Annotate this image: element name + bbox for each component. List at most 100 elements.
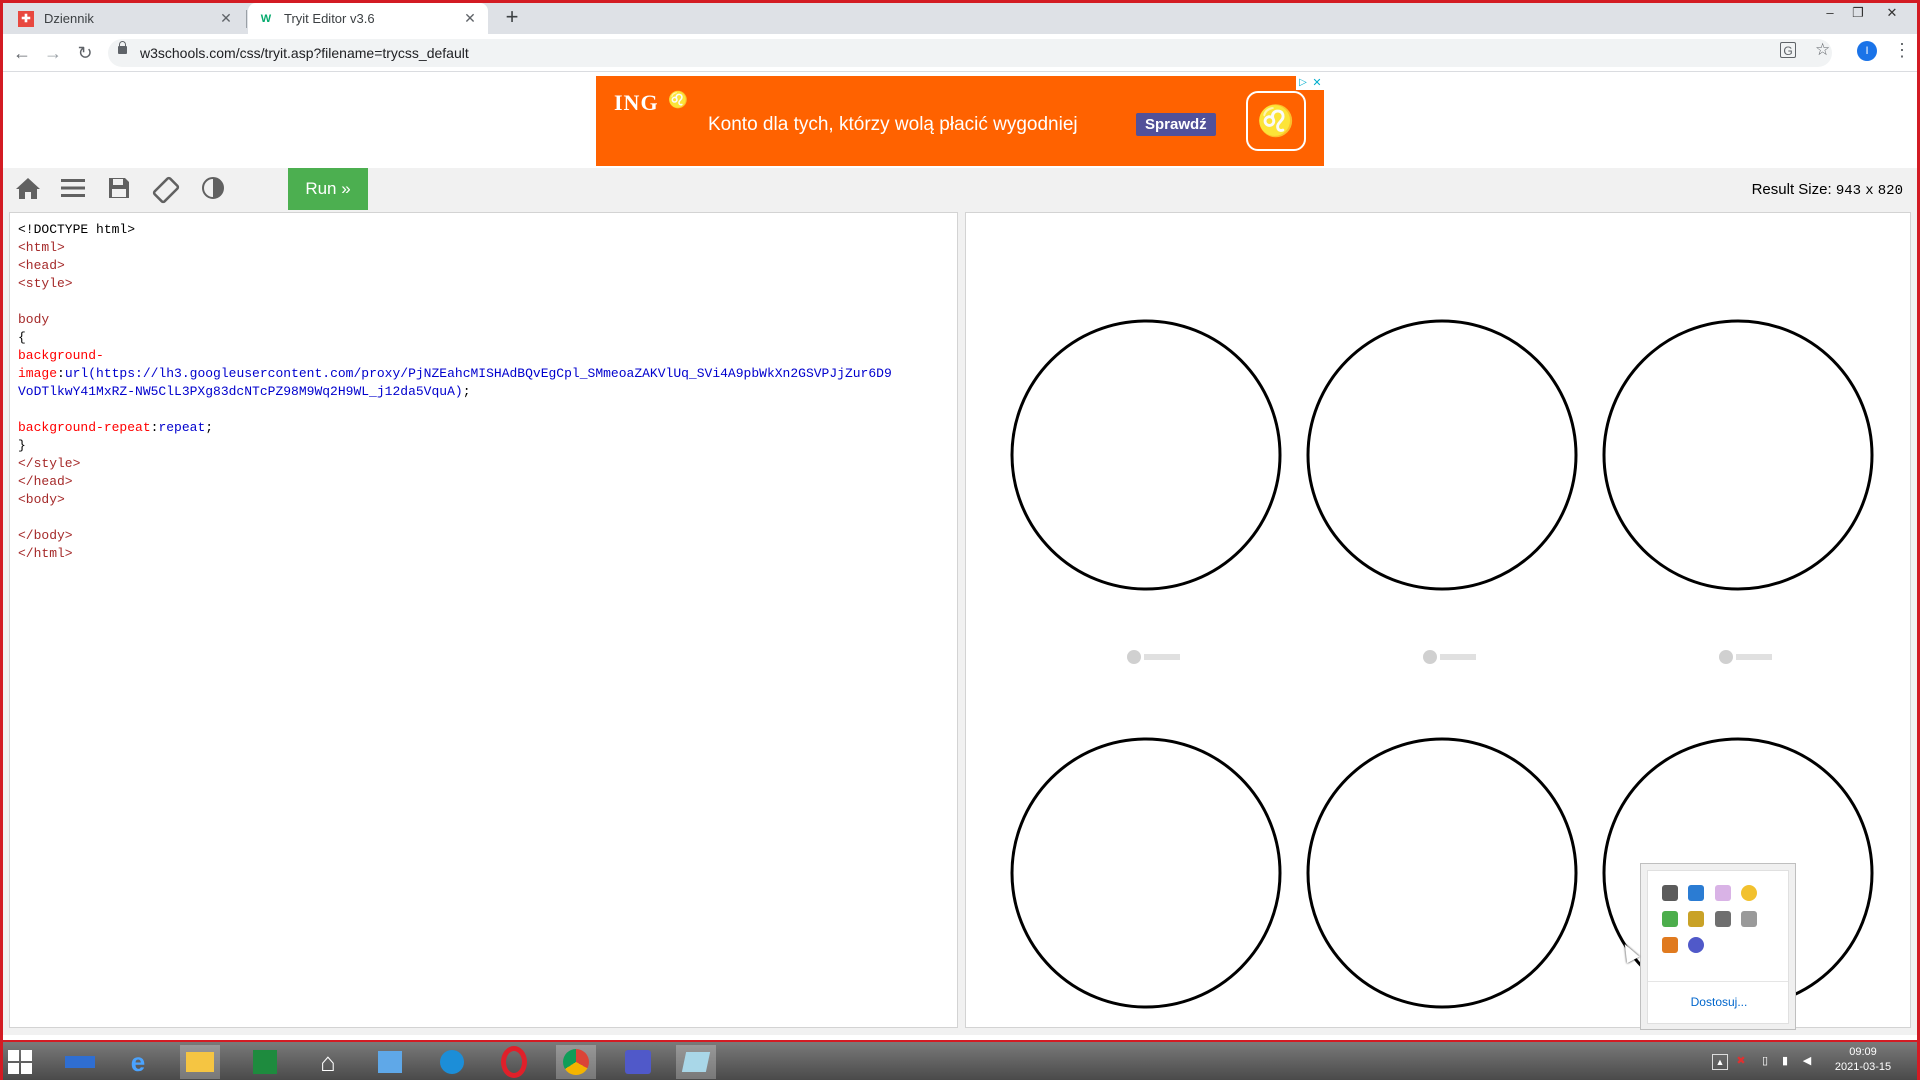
edge-icon[interactable] (432, 1045, 472, 1079)
code-line[interactable]: <head> (18, 257, 892, 275)
minimize-button[interactable]: – (1818, 2, 1842, 24)
ad-close-icon[interactable]: ✕ (1310, 76, 1324, 90)
code-line[interactable]: </style> (18, 455, 892, 473)
star-icon[interactable]: ☆ (1815, 40, 1830, 60)
contrast-icon[interactable] (199, 176, 227, 202)
tab-strip: ✚ Dziennik ✕ W Tryit Editor v3.6 ✕ + – ❐… (0, 0, 1920, 34)
ie-icon[interactable]: e (118, 1045, 158, 1079)
code-line[interactable]: <html> (18, 239, 892, 257)
tab-separator (246, 10, 247, 28)
w3schools-icon: W (260, 12, 272, 25)
translate-icon[interactable]: G (1780, 42, 1796, 58)
new-tab-button[interactable]: + (500, 5, 524, 29)
store-icon[interactable] (245, 1045, 285, 1079)
code-token: repeat (158, 420, 206, 435)
paint-icon[interactable] (1715, 885, 1731, 901)
url-text[interactable]: w3schools.com/css/tryit.asp?filename=try… (140, 45, 469, 61)
code-line[interactable] (18, 293, 892, 311)
wifi-icon[interactable]: ▮ (1778, 1054, 1792, 1068)
code-line[interactable]: background- (18, 347, 892, 365)
lock-icon[interactable] (118, 41, 127, 54)
camera-icon[interactable] (1715, 911, 1731, 927)
display-icon[interactable] (1662, 885, 1678, 901)
ad-brand: ING (614, 90, 659, 115)
ad-cta-button[interactable]: Sprawdź (1136, 113, 1216, 136)
package-icon[interactable] (1688, 911, 1704, 927)
clock[interactable]: 09:09 2021-03-15 (1826, 1045, 1900, 1075)
security-alert-icon[interactable]: ✖ (1734, 1054, 1748, 1068)
pattern-circle (1010, 319, 1282, 591)
home-icon[interactable] (14, 176, 42, 202)
adchoices-icon[interactable]: ▷ (1296, 76, 1310, 90)
code-token: VoDTlkwY41MxRZ-NW5ClL3PXg83dcNTcPZ98M9Wq… (18, 384, 463, 399)
code-line[interactable] (18, 509, 892, 527)
code-line[interactable]: { (18, 329, 892, 347)
code-token: <!DOCTYPE html> (18, 222, 136, 237)
code-line[interactable]: <!DOCTYPE html> (18, 221, 892, 239)
network-icon[interactable] (1688, 885, 1704, 901)
teams-icon[interactable] (618, 1045, 658, 1079)
teams-icon[interactable] (1688, 937, 1704, 953)
more-menu-icon[interactable]: ⋮ (1893, 38, 1911, 62)
notepad-icon[interactable] (676, 1045, 716, 1079)
code-line[interactable]: background-repeat:repeat; (18, 419, 892, 437)
green-circle-icon[interactable] (1741, 885, 1757, 901)
forward-icon[interactable]: → (42, 42, 64, 64)
ing-advertisement[interactable]: ING ♌ Konto dla tych, którzy wolą płacić… (596, 76, 1324, 166)
tray-overflow-icon[interactable]: ▲ (1712, 1054, 1728, 1070)
code-line[interactable]: VoDTlkwY41MxRZ-NW5ClL3PXg83dcNTcPZ98M9Wq… (18, 383, 892, 401)
menu-icon[interactable] (59, 176, 87, 202)
code-token: ; (205, 420, 214, 435)
volume-icon[interactable]: ◀ (1800, 1054, 1814, 1068)
windows-start-icon[interactable] (8, 1050, 32, 1074)
close-tab-icon[interactable]: ✕ (462, 10, 478, 27)
printer-icon[interactable] (1741, 911, 1757, 927)
back-icon[interactable]: ← (11, 42, 33, 64)
close-window-button[interactable]: ✕ (1880, 2, 1904, 24)
result-height: 820 (1877, 183, 1903, 199)
file-explorer-icon[interactable] (180, 1045, 220, 1079)
chrome-icon[interactable] (556, 1045, 596, 1079)
lion-logo-icon: ♌ (668, 92, 688, 109)
code-line[interactable]: </html> (18, 545, 892, 563)
lenovo-icon[interactable] (60, 1045, 100, 1079)
tab-dziennik[interactable]: ✚ Dziennik ✕ (8, 3, 244, 34)
dziennik-icon: ✚ (18, 10, 34, 27)
code-line[interactable]: <style> (18, 275, 892, 293)
mail-icon[interactable] (370, 1045, 410, 1079)
pattern-circle (1306, 319, 1578, 591)
profile-avatar[interactable]: I (1857, 41, 1877, 61)
code-line[interactable]: </body> (18, 527, 892, 545)
run-button[interactable]: Run » (288, 168, 368, 210)
code-line[interactable]: <body> (18, 491, 892, 509)
battery-icon[interactable]: ▯ (1758, 1054, 1772, 1068)
code-line[interactable]: } (18, 437, 892, 455)
opera-icon[interactable] (494, 1045, 534, 1079)
result-x: x (1865, 183, 1874, 199)
home-icon[interactable]: ⌂ (308, 1045, 348, 1079)
clock-time: 09:09 (1849, 1046, 1877, 1058)
reload-icon[interactable]: ↻ (74, 42, 96, 64)
tab-tryit-editor[interactable]: W Tryit Editor v3.6 ✕ (248, 3, 488, 34)
watermark-mark (1440, 654, 1476, 660)
customize-link[interactable]: Dostosuj... (1648, 995, 1790, 1009)
restore-button[interactable]: ❐ (1846, 2, 1870, 24)
code-line[interactable]: </head> (18, 473, 892, 491)
shield-check-icon[interactable] (1662, 911, 1678, 927)
save-icon[interactable] (105, 176, 133, 202)
tryit-toolbar: Run » Result Size: 943 x 820 (3, 168, 1917, 210)
close-tab-icon[interactable]: ✕ (218, 10, 234, 27)
result-width: 943 (1835, 183, 1862, 199)
orange-app-icon[interactable] (1662, 937, 1678, 953)
code-token: <head> (18, 258, 65, 273)
url-input[interactable]: w3schools.com/css/tryit.asp?filename=try… (108, 39, 1832, 67)
code-line[interactable]: body (18, 311, 892, 329)
code-text[interactable]: <!DOCTYPE html> <html> <head> <style> body {b… (18, 221, 892, 563)
code-token: </style> (18, 456, 81, 471)
rotate-icon[interactable] (152, 176, 180, 204)
code-editor[interactable]: <!DOCTYPE html> <html> <head> <style> body {b… (9, 212, 958, 1028)
code-line[interactable] (18, 401, 892, 419)
pattern-circle (1306, 737, 1578, 1009)
code-line[interactable]: image:url(https://lh3.googleusercontent.… (18, 365, 892, 383)
watermark-mark (1144, 654, 1180, 660)
